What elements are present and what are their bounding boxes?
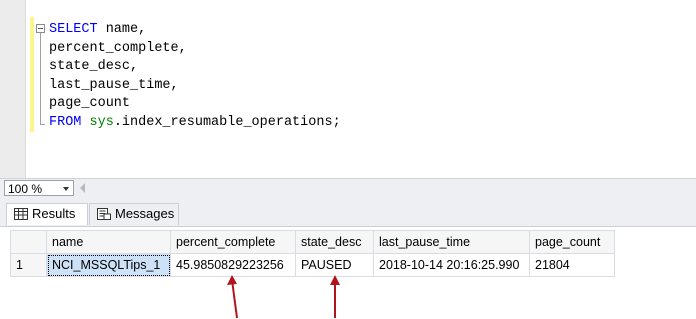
grid-cell[interactable]: 2018-10-14 20:16:25.990 [373,253,530,277]
column-header[interactable]: page_count [529,230,615,254]
sql-text: name, [97,22,147,37]
outline-guide-end [40,124,45,125]
column-header[interactable]: last_pause_time [373,230,530,254]
grid-corner-cell[interactable] [10,230,47,254]
sql-text: page_count [49,96,131,112]
results-grid-area: name percent_complete state_desc last_pa… [0,227,696,319]
tab-results-label: Results [32,206,76,221]
grid-icon [14,208,28,220]
grid-cell-selected[interactable]: NCI_MSSQLTips_1 [46,253,171,277]
code-line: page_count [49,95,341,114]
zoom-select[interactable]: 100 % [4,180,74,196]
annotation-arrow-icon [330,275,340,318]
sql-text: state_desc, [49,59,139,75]
tab-results[interactable]: Results [6,203,88,225]
sql-text: last_pause_time, [49,77,179,93]
editor-gutter [0,0,26,178]
tab-messages-label: Messages [115,206,175,221]
messages-icon [97,208,111,220]
horizontal-scrollbar[interactable] [89,183,689,193]
column-header[interactable]: name [46,230,171,254]
collapse-toggle-icon[interactable] [36,24,45,33]
code-line: SELECT name, [49,21,341,40]
scroll-left-arrow-icon[interactable] [80,183,85,193]
column-header[interactable]: percent_complete [170,230,296,254]
results-grid: name percent_complete state_desc last_pa… [10,230,615,277]
zoom-value: 100 % [8,182,43,196]
code-line: FROM sys.index_resumable_operations; [49,114,341,133]
chevron-down-icon[interactable] [63,187,69,191]
table-row[interactable]: 1 NCI_MSSQLTips_1 45.9850829223256 PAUSE… [10,253,615,277]
sql-keyword: SELECT [49,22,98,37]
grid-header-row: name percent_complete state_desc last_pa… [10,230,615,254]
annotation-arrow-icon [227,275,238,319]
query-editor[interactable]: SELECT name, percent_complete, state_des… [0,0,696,178]
code-line: percent_complete, [49,40,341,59]
grid-cell[interactable]: 21804 [529,253,615,277]
sql-code[interactable]: SELECT name, percent_complete, state_des… [49,21,341,133]
code-line: state_desc, [49,58,341,77]
column-header[interactable]: state_desc [295,230,374,254]
outline-guide [40,33,41,125]
row-number[interactable]: 1 [10,253,47,277]
results-tab-strip: Results Messages [0,198,696,227]
sql-system-schema: sys [89,114,114,130]
sql-keyword: FROM [49,114,82,130]
editor-status-bar: 100 % [0,178,696,198]
sql-text: .index_resumable_operations; [113,114,341,130]
change-indicator-bar [30,17,34,132]
code-line: last_pause_time, [49,77,341,96]
tab-messages[interactable]: Messages [89,203,179,225]
sql-text: percent_complete, [49,40,187,56]
